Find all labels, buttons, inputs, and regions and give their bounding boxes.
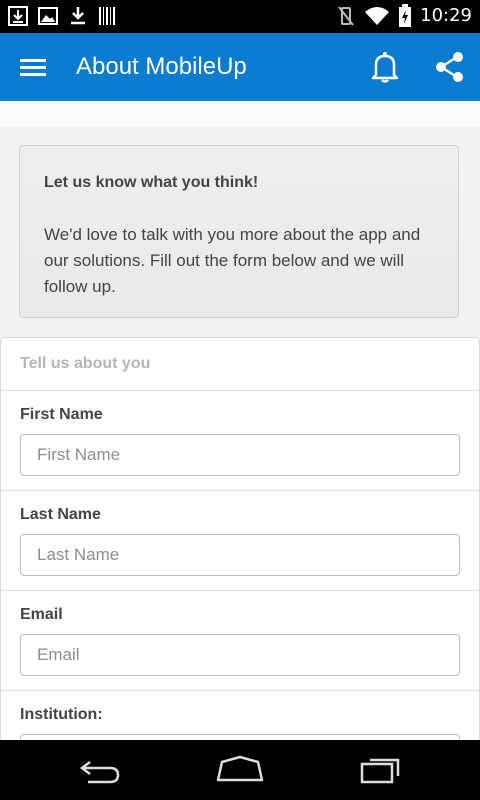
wifi-icon (365, 7, 390, 25)
status-system: 10:29 (336, 4, 472, 28)
contact-form: Tell us about you First Name Last Name E… (0, 337, 480, 740)
bell-icon[interactable] (368, 49, 402, 85)
email-label: Email (20, 606, 63, 623)
home-icon[interactable] (216, 754, 264, 786)
institution-group: Institution: (1, 690, 479, 740)
status-time: 10:29 (420, 5, 472, 26)
institution-label: Institution: (20, 706, 103, 723)
last-name-label: Last Name (20, 506, 101, 523)
email-input[interactable] (20, 634, 460, 676)
image-icon (38, 7, 58, 25)
vibrate-off-icon (338, 6, 354, 26)
status-bar: 10:29 (0, 0, 480, 33)
share-icon[interactable] (432, 49, 466, 85)
first-name-label: First Name (20, 406, 103, 423)
intro-card: Let us know what you think! We'd love to… (19, 145, 459, 318)
top-strip (0, 101, 480, 127)
barcode-icon (99, 7, 115, 25)
back-icon[interactable] (76, 754, 124, 786)
last-name-group: Last Name (1, 490, 479, 591)
form-header: Tell us about you (1, 338, 479, 391)
form-header-text: Tell us about you (20, 355, 151, 372)
status-notifications (8, 6, 116, 26)
last-name-input[interactable] (20, 534, 460, 576)
email-group: Email (1, 590, 479, 691)
app-bar: About MobileUp (0, 33, 480, 101)
recent-apps-icon[interactable] (356, 754, 404, 786)
page-title: About MobileUp (76, 53, 247, 80)
first-name-group: First Name (1, 390, 479, 491)
intro-body: We'd love to talk with you more about th… (44, 225, 421, 296)
battery-charging-icon (399, 4, 412, 27)
first-name-input[interactable] (20, 434, 460, 476)
download-icon (8, 6, 28, 26)
main-content[interactable]: Let us know what you think! We'd love to… (0, 101, 480, 740)
system-nav-bar (0, 740, 480, 800)
download-arrow-icon (71, 7, 85, 25)
intro-heading: Let us know what you think! (44, 174, 259, 191)
menu-icon[interactable] (18, 53, 50, 81)
